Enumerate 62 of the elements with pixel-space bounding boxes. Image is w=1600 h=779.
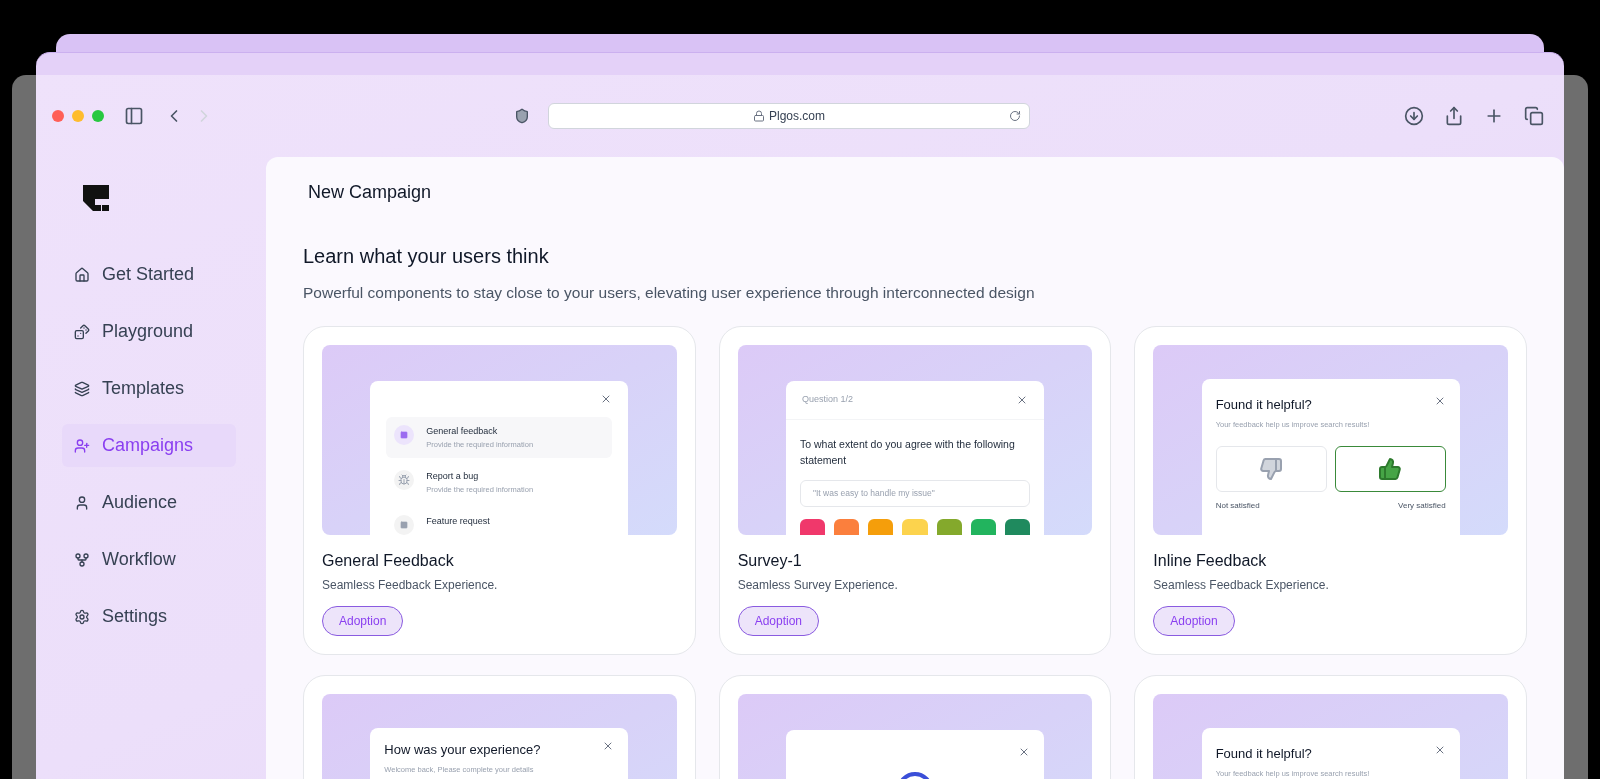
thumbs-up-icon (1378, 457, 1403, 481)
category-tag[interactable]: Adoption (322, 606, 404, 637)
reload-icon[interactable] (1009, 110, 1021, 122)
card-description: Seamless Feedback Experience. (322, 577, 499, 595)
settings-icon (74, 608, 90, 625)
sidebar-item[interactable]: Workflow (62, 538, 236, 581)
share-icon[interactable] (1444, 106, 1464, 126)
sidebar-item[interactable]: Settings (62, 595, 236, 638)
tabs-overview-icon[interactable] (1524, 106, 1544, 126)
sidebar-item[interactable]: Audience (62, 481, 236, 524)
sidebar-item[interactable]: Campaigns (62, 424, 236, 467)
question-text: To what extent do you agree with the following statement (800, 436, 1016, 468)
download-icon[interactable] (1404, 106, 1424, 126)
scale-label: Very satisfied (1398, 500, 1446, 512)
option-title: General feedback (426, 425, 499, 439)
thumbs-down-button[interactable] (1215, 446, 1327, 492)
card-title: Survey-1 (737, 551, 803, 572)
popup-heading: Found it helpful? (1215, 396, 1312, 415)
layers-icon (74, 380, 90, 397)
section-subheading: Powerful components to stay close to your users, elevating user experience through interconnected design (303, 283, 1036, 303)
sidebar-item[interactable]: Get Started (62, 253, 236, 296)
card-description: Seamless Survey Experience. (737, 577, 899, 595)
logo-icon (83, 185, 109, 211)
close-window-button[interactable] (52, 110, 64, 122)
dice-icon (74, 323, 90, 340)
square-icon (400, 431, 409, 440)
thumbs-up-button[interactable] (1334, 446, 1446, 492)
rating-option[interactable] (800, 518, 826, 536)
thumbs-down-icon (1259, 457, 1284, 481)
card-description: Seamless Feedback Experience. (1153, 577, 1330, 595)
question-counter: Question 1/2 (802, 393, 854, 407)
address-bar[interactable]: Plgos.com (548, 103, 1030, 129)
sidebar-toggle-icon[interactable] (124, 106, 144, 126)
popup-heading: Found it helpful? (1215, 745, 1312, 764)
category-tag[interactable]: Adoption (737, 606, 820, 637)
bug-icon (398, 474, 411, 486)
rating-option[interactable] (834, 518, 860, 536)
add-user-icon (74, 437, 90, 454)
lock-icon (753, 110, 765, 122)
card-title: General Feedback (322, 551, 455, 572)
fork-icon (74, 551, 90, 568)
sidebar-item[interactable]: Templates (62, 367, 236, 410)
scale-label: Not satisfied (1215, 500, 1260, 512)
option-title: Report a bug (426, 470, 480, 483)
sidebar-item[interactable]: Playground (62, 310, 236, 353)
template-card[interactable]: Question 1/2 To what extent do you agree with the following statement "It was easy to handle my issue" Survey-1 Seamless Survey Experience. Adoption (718, 326, 1112, 656)
option-item[interactable]: Feature request (386, 506, 613, 536)
url-text: Plgos.com (769, 108, 825, 125)
user-icon (74, 494, 90, 511)
page-title: New Campaign (308, 181, 433, 204)
category-tag[interactable]: Adoption (1153, 606, 1235, 637)
rating-option[interactable] (1004, 518, 1030, 536)
card-title: Inline Feedback (1153, 551, 1268, 572)
popup-heading: How was your experience? (384, 741, 541, 760)
section-heading: Learn what your users think (303, 244, 550, 269)
home-icon (74, 266, 90, 283)
rating-option[interactable] (970, 518, 996, 536)
close-icon[interactable] (1016, 394, 1028, 406)
square-icon (400, 520, 409, 529)
option-title: Feature request (426, 514, 490, 528)
shield-icon[interactable] (514, 108, 530, 124)
rating-option[interactable] (936, 518, 962, 536)
